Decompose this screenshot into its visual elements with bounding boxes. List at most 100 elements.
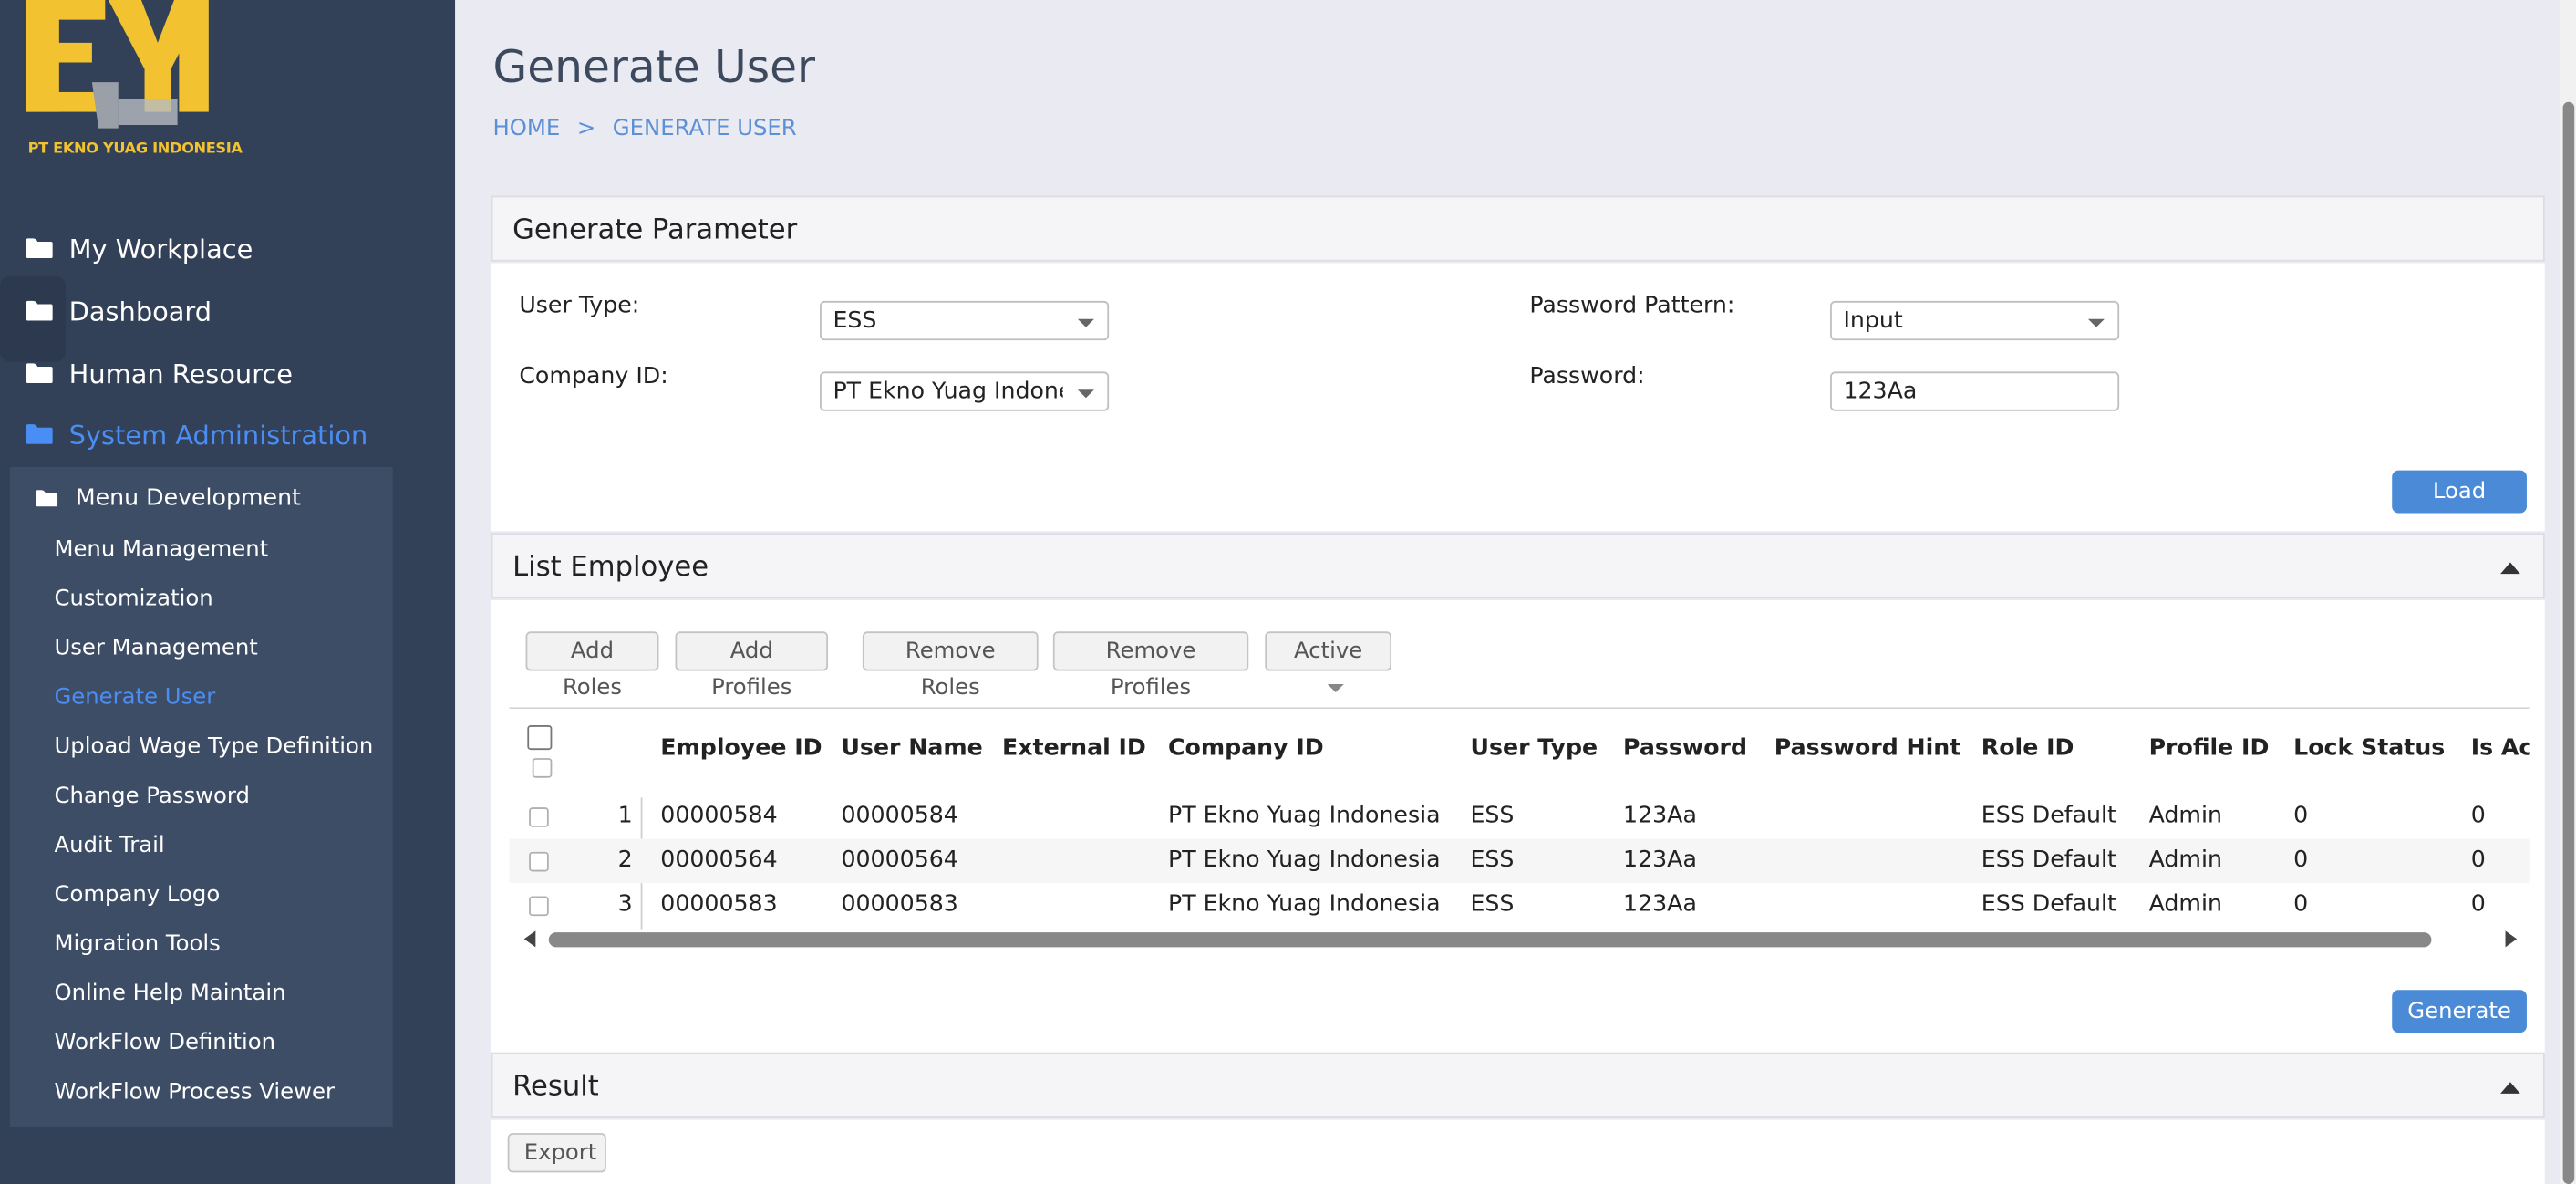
collapse-up-icon[interactable]: [2500, 562, 2520, 575]
password-input[interactable]: 123Aa: [1830, 371, 2120, 411]
sidebar: PT EKNO YUAG INDONESIA My Workplace Dash…: [0, 0, 456, 1184]
row-checkbox[interactable]: [529, 896, 549, 917]
submenu-item-change-password[interactable]: Change Password: [54, 783, 249, 809]
folder-icon: [36, 490, 58, 507]
page-title: Generate User: [492, 42, 816, 94]
result-header[interactable]: Result: [491, 1052, 2545, 1118]
horizontal-scrollbar[interactable]: [510, 926, 2530, 952]
submenu-item-migration-tools[interactable]: Migration Tools: [54, 930, 220, 957]
folder-icon: [26, 424, 53, 444]
cell-password: 123Aa: [1623, 846, 1697, 874]
chevron-down-icon: [1077, 318, 1094, 327]
submenu-head[interactable]: Menu Development: [36, 485, 301, 512]
cell-password: 123Aa: [1623, 891, 1697, 918]
submenu-item-customization[interactable]: Customization: [54, 586, 212, 612]
scroll-right-arrow-icon[interactable]: [2505, 930, 2518, 948]
collapse-up-icon[interactable]: [2500, 1082, 2520, 1094]
column-header-is-active[interactable]: Is Act: [2471, 735, 2530, 762]
breadcrumb-separator: >: [576, 115, 596, 142]
row-checkbox[interactable]: [529, 807, 549, 827]
scrollbar-thumb[interactable]: [2562, 101, 2575, 1184]
submenu-menu-development: Menu Development Menu Management Customi…: [9, 466, 393, 1127]
submenu-item-workflow-process-viewer[interactable]: WorkFlow Process Viewer: [54, 1079, 335, 1106]
add-profiles-button[interactable]: Add Profiles: [675, 631, 829, 701]
export-button[interactable]: Export: [507, 1133, 606, 1173]
breadcrumb-home[interactable]: HOME: [492, 115, 560, 141]
employee-table: Employee ID User Name External ID Compan…: [509, 707, 2530, 953]
table-row[interactable]: 2 00000564 00000564 PT Ekno Yuag Indones…: [509, 838, 2530, 884]
panel-title: Result: [512, 1070, 599, 1104]
column-header-role-id[interactable]: Role ID: [1981, 735, 2074, 762]
list-employee-header[interactable]: List Employee: [491, 533, 2545, 599]
column-header-user-name[interactable]: User Name: [841, 735, 982, 762]
select-all-checkbox[interactable]: [527, 725, 553, 751]
folder-icon: [26, 363, 53, 384]
folder-icon: [26, 238, 53, 259]
sidebar-item-human-resource[interactable]: Human Resource: [26, 354, 293, 393]
sidebar-item-system-administration[interactable]: System Administration: [26, 414, 367, 453]
column-header-password[interactable]: Password: [1623, 735, 1747, 762]
panel-title: List Employee: [512, 550, 709, 584]
generate-parameter-header: Generate Parameter: [491, 195, 2545, 262]
cell-role-id: ESS Default: [1981, 891, 2116, 918]
column-header-external-id[interactable]: External ID: [1002, 735, 1146, 762]
cell-user-type: ESS: [1470, 802, 1515, 829]
row-number: 1: [617, 802, 633, 829]
page-vertical-scrollbar[interactable]: [2559, 0, 2576, 1184]
cell-role-id: ESS Default: [1981, 802, 2116, 829]
cell-role-id: ESS Default: [1981, 846, 2116, 874]
panel-title: Generate Parameter: [512, 213, 798, 247]
column-header-company-id[interactable]: Company ID: [1168, 735, 1324, 762]
table-row[interactable]: 1 00000584 00000584 PT Ekno Yuag Indones…: [510, 795, 2530, 839]
load-button[interactable]: Load: [2392, 470, 2527, 514]
cell-user-type: ESS: [1470, 891, 1515, 918]
scrollbar-thumb[interactable]: [548, 932, 2432, 948]
submenu-item-upload-wage-type-definition[interactable]: Upload Wage Type Definition: [54, 733, 373, 760]
breadcrumb-current: GENERATE USER: [612, 115, 797, 142]
company-name-logo-text: PT EKNO YUAG INDONESIA: [27, 141, 243, 159]
select-all-checkbox-secondary[interactable]: [532, 758, 553, 778]
add-roles-button[interactable]: Add Roles: [525, 631, 659, 701]
user-type-select[interactable]: ESS: [820, 300, 1110, 341]
cell-employee-id: 00000564: [660, 846, 778, 874]
row-number: 3: [617, 891, 633, 918]
generate-parameter-body: [491, 263, 2545, 532]
cell-user-name: 00000564: [841, 846, 958, 874]
sidebar-item-my-workplace[interactable]: My Workplace: [26, 229, 253, 268]
company-id-select[interactable]: PT Ekno Yuag Indonesia: [820, 371, 1110, 411]
submenu-item-menu-management[interactable]: Menu Management: [54, 536, 268, 563]
password-pattern-label: Password Pattern:: [1529, 292, 1735, 319]
submenu-item-audit-trail[interactable]: Audit Trail: [54, 832, 164, 858]
generate-button[interactable]: Generate: [2392, 990, 2527, 1033]
column-header-password-hint[interactable]: Password Hint: [1774, 735, 1961, 762]
result-body: [491, 1119, 2545, 1184]
status-filter-dropdown[interactable]: Active: [1265, 631, 1392, 692]
submenu-head-label: Menu Development: [75, 484, 301, 512]
breadcrumb: HOME > GENERATE USER: [492, 115, 806, 141]
remove-profiles-button[interactable]: Remove Profiles: [1052, 631, 1249, 701]
cell-employee-id: 00000584: [660, 802, 778, 829]
submenu-item-workflow-definition[interactable]: WorkFlow Definition: [54, 1030, 275, 1056]
cell-user-type: ESS: [1470, 846, 1515, 874]
submenu-item-online-help-maintain[interactable]: Online Help Maintain: [54, 980, 285, 1006]
submenu-item-user-management[interactable]: User Management: [54, 635, 257, 661]
column-header-employee-id[interactable]: Employee ID: [660, 735, 822, 762]
password-pattern-select[interactable]: Input: [1830, 300, 2120, 341]
column-header-user-type[interactable]: User Type: [1470, 735, 1598, 762]
submenu-item-company-logo[interactable]: Company Logo: [54, 881, 220, 908]
remove-roles-button[interactable]: Remove Roles: [862, 631, 1039, 701]
cell-profile-id: Admin: [2148, 846, 2222, 874]
cell-employee-id: 00000583: [660, 891, 778, 918]
column-header-lock-status[interactable]: Lock Status: [2293, 735, 2445, 762]
sidebar-item-dashboard[interactable]: Dashboard: [26, 291, 212, 330]
cell-company-id: PT Ekno Yuag Indonesia: [1167, 802, 1441, 829]
column-header-profile-id[interactable]: Profile ID: [2149, 735, 2270, 762]
folder-icon: [26, 300, 53, 321]
company-id-value: PT Ekno Yuag Indonesia: [833, 378, 1062, 405]
table-row[interactable]: 3 00000583 00000583 PT Ekno Yuag Indones…: [510, 883, 2530, 928]
scroll-left-arrow-icon[interactable]: [523, 930, 536, 948]
submenu-item-generate-user[interactable]: Generate User: [54, 684, 215, 711]
sidebar-item-label: My Workplace: [68, 233, 253, 265]
sidebar-item-label: Dashboard: [68, 295, 212, 327]
row-checkbox[interactable]: [529, 851, 549, 872]
